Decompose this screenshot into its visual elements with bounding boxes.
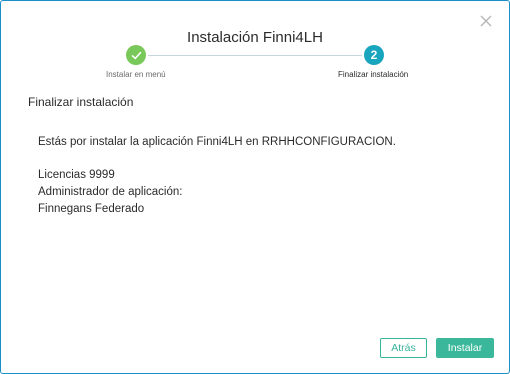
step-1-label: Instalar en menú: [106, 70, 166, 79]
step-2-label: Finalizar instalación: [338, 70, 409, 79]
admin-value: Finnegans Federado: [38, 203, 145, 215]
install-button[interactable]: Instalar: [436, 338, 494, 358]
install-message: Estás por instalar la aplicación Finni4L…: [38, 136, 396, 148]
stepper-connector: [148, 55, 362, 56]
step-2-indicator: 2: [364, 45, 384, 65]
back-button[interactable]: Atrás: [380, 338, 427, 358]
admin-label: Administrador de aplicación:: [38, 186, 183, 198]
section-title: Finalizar instalación: [28, 95, 134, 109]
checkmark-icon: [131, 51, 141, 59]
install-stepper: Instalar en menú 2 Finalizar instalación: [0, 0, 510, 90]
licenses-text: Licencias 9999: [38, 169, 115, 181]
step-1-indicator: [126, 45, 146, 65]
